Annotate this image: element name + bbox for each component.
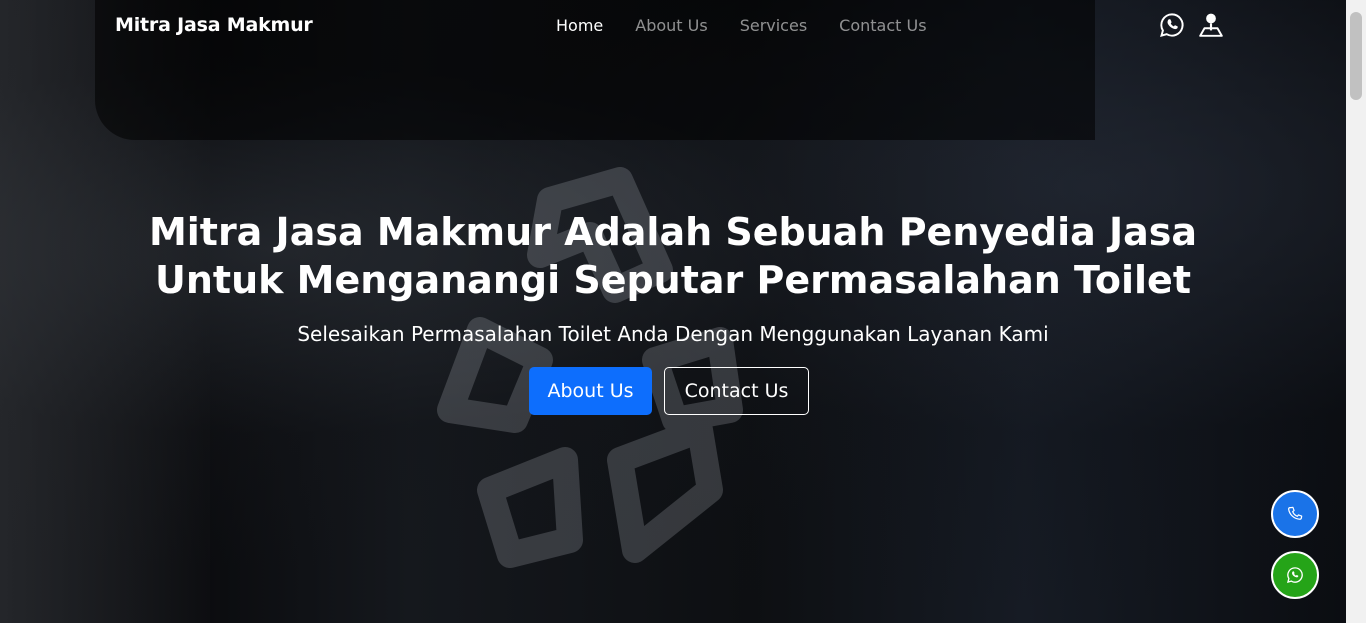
nav-links: Home About Us Services Contact Us — [556, 16, 927, 35]
page-scrollbar[interactable] — [1346, 0, 1366, 623]
brand-logo[interactable]: Mitra Jasa Makmur — [115, 14, 313, 36]
nav-item-contact-us[interactable]: Contact Us — [839, 16, 926, 35]
whatsapp-icon[interactable] — [1159, 12, 1185, 38]
page: Mitra Jasa Makmur Home About Us Services… — [0, 0, 1366, 623]
map-pin-icon[interactable] — [1198, 12, 1224, 38]
hero-subtitle: Selesaikan Permasalahan Toilet Anda Deng… — [297, 322, 1049, 346]
floating-phone-button[interactable] — [1271, 490, 1319, 538]
nav-item-home[interactable]: Home — [556, 16, 603, 35]
scrollbar-thumb[interactable] — [1350, 12, 1362, 100]
nav-item-services[interactable]: Services — [740, 16, 807, 35]
hero-buttons: About Us Contact Us — [529, 367, 809, 415]
hero-title-line-2: Untuk Menganangi Seputar Permasalahan To… — [155, 258, 1191, 302]
nav-item-about-us[interactable]: About Us — [635, 16, 707, 35]
about-us-button[interactable]: About Us — [529, 367, 652, 415]
phone-icon — [1288, 506, 1303, 520]
floating-whatsapp-button[interactable] — [1271, 551, 1319, 599]
navbar: Mitra Jasa Makmur Home About Us Services… — [0, 0, 1346, 54]
whatsapp-icon — [1287, 567, 1303, 583]
hero-title: Mitra Jasa Makmur Adalah Sebuah Penyedia… — [110, 208, 1236, 304]
hero-title-line-1: Mitra Jasa Makmur Adalah Sebuah Penyedia… — [148, 210, 1198, 254]
contact-us-button[interactable]: Contact Us — [664, 367, 809, 415]
